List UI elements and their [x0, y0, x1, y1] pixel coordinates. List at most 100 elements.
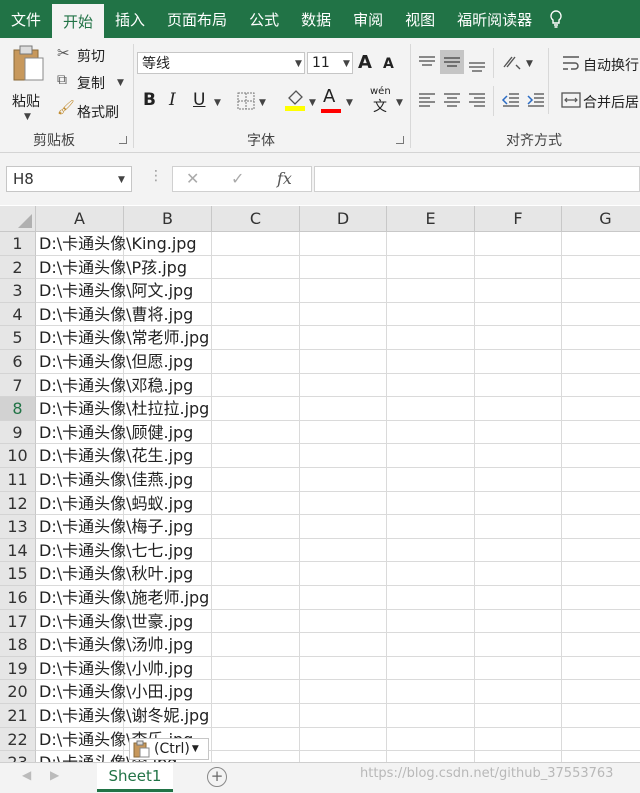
- row-header[interactable]: 23: [0, 751, 36, 762]
- tab-file[interactable]: 文件: [0, 0, 52, 38]
- column-header-e[interactable]: E: [387, 206, 475, 232]
- shrink-font-button[interactable]: A: [383, 56, 394, 72]
- cancel-icon[interactable]: ✕: [186, 169, 199, 188]
- row-header[interactable]: 20: [0, 680, 36, 704]
- tab-view[interactable]: 视图: [394, 0, 446, 38]
- scroll-right-icon[interactable]: ▶: [50, 768, 59, 782]
- row-header[interactable]: 7: [0, 373, 36, 398]
- row-header[interactable]: 21: [0, 704, 36, 728]
- row-header[interactable]: 12: [0, 491, 36, 516]
- formula-input[interactable]: [314, 166, 640, 192]
- row-header[interactable]: 11: [0, 468, 36, 492]
- cell-a[interactable]: D:\卡通头像\施老师.jpg: [39, 586, 209, 610]
- add-sheet-button[interactable]: +: [207, 767, 227, 787]
- cell-a[interactable]: D:\卡通头像\King.jpg: [39, 232, 197, 256]
- column-header-g[interactable]: G: [562, 206, 640, 232]
- merge-center-button[interactable]: 合并后居: [583, 92, 639, 112]
- cell-a[interactable]: D:\卡通头像\邓稳.jpg: [39, 374, 193, 398]
- cut-button[interactable]: 剪切: [77, 46, 105, 66]
- row-header[interactable]: 2: [0, 255, 36, 280]
- font-size-dropdown-icon[interactable]: ▼: [343, 59, 350, 69]
- insert-function-button[interactable]: fx: [277, 169, 292, 188]
- align-center-icon[interactable]: [442, 91, 462, 109]
- row-header[interactable]: 22: [0, 727, 36, 752]
- row-header[interactable]: 19: [0, 656, 36, 681]
- column-header-a[interactable]: A: [36, 206, 124, 232]
- sheet-tab-sheet1[interactable]: Sheet1: [97, 763, 173, 792]
- wrap-text-button[interactable]: 自动换行: [583, 55, 639, 75]
- name-box-dropdown-icon[interactable]: ▼: [118, 175, 125, 185]
- scroll-left-icon[interactable]: ◀: [22, 768, 31, 782]
- row-header[interactable]: 9: [0, 420, 36, 445]
- font-launcher-icon[interactable]: [396, 136, 404, 144]
- bold-button[interactable]: B: [143, 90, 156, 110]
- row-header[interactable]: 4: [0, 302, 36, 327]
- paste-options-button[interactable]: (Ctrl) ▼: [129, 738, 209, 760]
- cell-a[interactable]: D:\卡通头像\小田.jpg: [39, 680, 193, 704]
- clipboard-launcher-icon[interactable]: [119, 136, 127, 144]
- column-header-c[interactable]: C: [212, 206, 300, 232]
- cell-a[interactable]: D:\卡通头像\小帅.jpg: [39, 657, 193, 681]
- cell-a[interactable]: D:\卡通头像\P孩.jpg: [39, 256, 187, 280]
- increase-indent-icon[interactable]: [526, 91, 546, 109]
- fill-color-icon[interactable]: [284, 88, 306, 112]
- name-box[interactable]: H8: [6, 166, 132, 192]
- column-header-b[interactable]: B: [124, 206, 212, 232]
- cell-a[interactable]: D:\卡通头像\阿文.jpg: [39, 279, 193, 303]
- underline-dropdown-icon[interactable]: ▼: [214, 98, 221, 108]
- row-header[interactable]: 16: [0, 586, 36, 610]
- row-header[interactable]: 17: [0, 609, 36, 634]
- grow-font-button[interactable]: A: [358, 52, 372, 73]
- cell-a[interactable]: D:\卡通头像\但愿.jpg: [39, 350, 193, 374]
- tab-insert[interactable]: 插入: [104, 0, 156, 38]
- spreadsheet-grid[interactable]: A B C D E F G 1 D:\卡通头像\King.jpg 2 D:\卡通头像\P孩.jpg 3…: [0, 206, 640, 762]
- orientation-dropdown-icon[interactable]: ▼: [526, 59, 533, 69]
- row-header[interactable]: 13: [0, 515, 36, 539]
- cell-a[interactable]: D:\卡通头像\花生.jpg: [39, 444, 193, 468]
- row-header[interactable]: 18: [0, 633, 36, 657]
- row-header[interactable]: 14: [0, 538, 36, 563]
- copy-dropdown-icon[interactable]: ▼: [117, 78, 124, 88]
- font-name-select[interactable]: 等线: [137, 52, 305, 74]
- row-header[interactable]: 10: [0, 444, 36, 468]
- row-header[interactable]: 3: [0, 279, 36, 303]
- enter-icon[interactable]: ✓: [231, 169, 244, 188]
- align-top-icon[interactable]: [417, 54, 437, 72]
- cell-a[interactable]: D:\卡通头像\汤帅.jpg: [39, 633, 193, 657]
- border-dropdown-icon[interactable]: ▼: [259, 98, 266, 108]
- select-all-button[interactable]: [0, 206, 36, 232]
- cell-a[interactable]: D:\卡通头像\常老师.jpg: [39, 326, 209, 350]
- tab-review[interactable]: 审阅: [342, 0, 394, 38]
- lightbulb-icon[interactable]: [543, 0, 569, 38]
- cell-a[interactable]: D:\卡通头像\杜拉拉.jpg: [39, 397, 209, 421]
- align-middle-button[interactable]: [440, 50, 464, 74]
- tab-formulas[interactable]: 公式: [238, 0, 290, 38]
- phonetic-button[interactable]: wén 文: [370, 86, 392, 115]
- tab-foxit-reader[interactable]: 福昕阅读器: [446, 0, 543, 38]
- italic-button[interactable]: I: [169, 90, 176, 110]
- column-header-d[interactable]: D: [300, 206, 387, 232]
- tab-page-layout[interactable]: 页面布局: [156, 0, 238, 38]
- paste-button[interactable]: 粘贴 ▼: [8, 44, 48, 124]
- column-header-f[interactable]: F: [475, 206, 562, 232]
- decrease-indent-icon[interactable]: [501, 91, 521, 109]
- font-name-dropdown-icon[interactable]: ▼: [295, 59, 302, 69]
- tab-home[interactable]: 开始: [52, 4, 105, 38]
- row-header[interactable]: 5: [0, 326, 36, 350]
- font-color-dropdown-icon[interactable]: ▼: [346, 98, 353, 108]
- cell-a[interactable]: D:\卡通头像\梅子.jpg: [39, 515, 193, 539]
- cell-a[interactable]: D:\卡通头像\佳燕.jpg: [39, 468, 193, 492]
- border-icon[interactable]: [236, 91, 256, 111]
- row-header[interactable]: 8: [0, 397, 36, 421]
- cell-a[interactable]: D:\卡通头像\蚂蚁.jpg: [39, 492, 193, 516]
- tab-data[interactable]: 数据: [290, 0, 342, 38]
- cell-a[interactable]: D:\卡通头像\谢冬妮.jpg: [39, 704, 209, 728]
- row-header[interactable]: 1: [0, 232, 36, 256]
- format-painter-button[interactable]: 格式刷: [77, 102, 119, 122]
- align-bottom-icon[interactable]: [467, 56, 487, 74]
- cell-a[interactable]: D:\卡通头像\世豪.jpg: [39, 610, 193, 634]
- font-color-button[interactable]: A: [323, 86, 335, 107]
- orientation-icon[interactable]: [501, 52, 523, 72]
- row-header[interactable]: 6: [0, 350, 36, 374]
- copy-button[interactable]: 复制: [77, 73, 105, 93]
